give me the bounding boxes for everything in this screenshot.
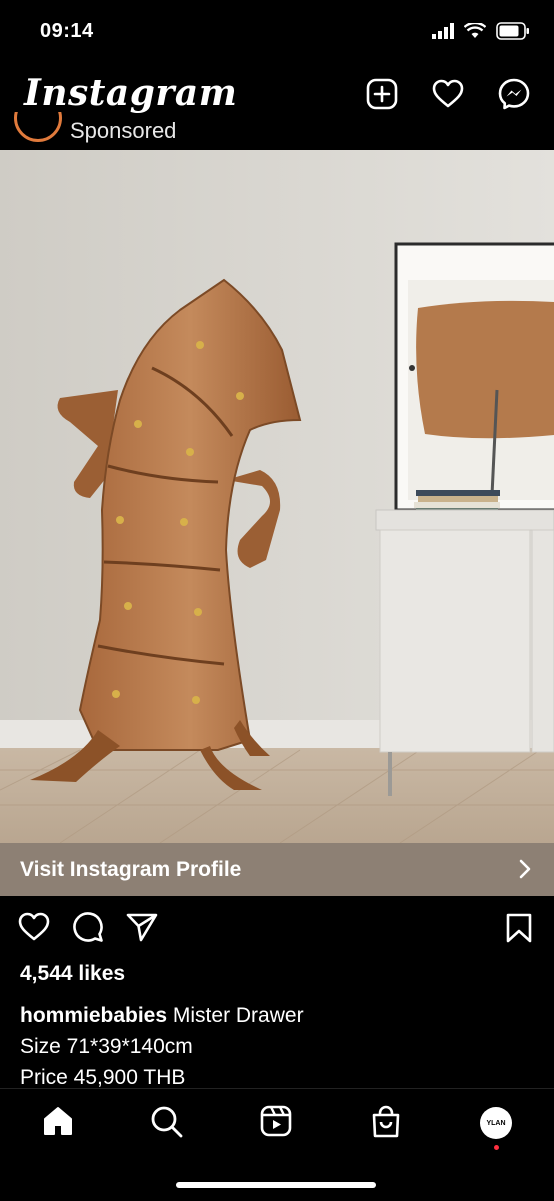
battery-icon: [496, 22, 529, 40]
messenger-icon[interactable]: [498, 78, 530, 110]
home-indicator: [176, 1182, 376, 1188]
status-icons: [432, 22, 530, 40]
caption-line-2: Size 71*39*140cm: [20, 1035, 193, 1058]
post-actions: [0, 905, 554, 955]
post-avatar[interactable]: [14, 112, 62, 142]
notification-dot: [494, 1145, 499, 1150]
visit-profile-label: Visit Instagram Profile: [20, 858, 242, 881]
instagram-logo[interactable]: Instagram: [24, 72, 237, 114]
reels-icon[interactable]: [260, 1105, 292, 1137]
post-image[interactable]: [0, 150, 554, 843]
likes-count[interactable]: 4,544 likes: [20, 962, 125, 986]
share-icon[interactable]: [126, 912, 158, 942]
new-post-icon[interactable]: [366, 78, 398, 110]
chevron-right-icon: [519, 859, 531, 879]
visit-profile-bar[interactable]: Visit Instagram Profile: [0, 843, 554, 896]
status-time: 09:14: [40, 20, 94, 42]
sponsored-label: Sponsored: [70, 118, 177, 143]
save-icon[interactable]: [506, 913, 532, 943]
caption-line-1: Mister Drawer: [172, 1004, 304, 1027]
signal-icon: [432, 23, 454, 39]
status-bar: 09:14: [0, 0, 554, 66]
profile-avatar[interactable]: YLAN: [480, 1107, 512, 1139]
post-header: Sponsored: [0, 112, 554, 150]
comment-icon[interactable]: [72, 911, 104, 943]
profile-avatar-text: YLAN: [486, 1119, 506, 1127]
heart-icon[interactable]: [432, 79, 464, 109]
like-icon[interactable]: [18, 912, 50, 942]
caption-username[interactable]: hommiebabies: [20, 1004, 167, 1027]
search-icon[interactable]: [150, 1105, 184, 1139]
shop-icon[interactable]: [370, 1105, 402, 1139]
wifi-icon: [464, 23, 486, 38]
post-caption: hommiebabies Mister Drawer Size 71*39*14…: [20, 1000, 540, 1093]
home-icon[interactable]: [42, 1105, 74, 1137]
